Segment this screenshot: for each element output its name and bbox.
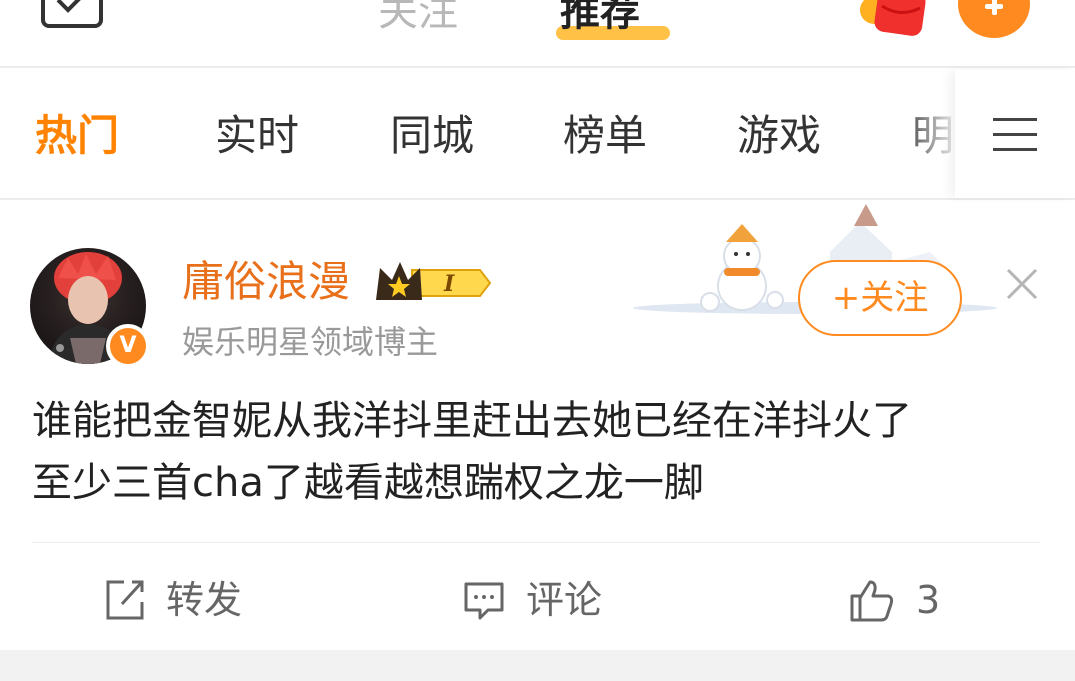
like-count: 3 [916, 578, 941, 622]
channel-tabs: 热门 实时 同城 榜单 游戏 明 [0, 70, 1075, 200]
add-icon[interactable] [958, 0, 1030, 38]
channel-games[interactable]: 游戏 [737, 108, 821, 164]
channel-ranking[interactable]: 榜单 [563, 108, 647, 164]
divider [32, 542, 1040, 543]
repost-icon [106, 580, 144, 620]
username[interactable]: 庸俗浪漫 [182, 254, 350, 310]
post-card: V 庸俗浪漫 I 娱乐明星领域博主 +关注 谁能把金智妮从我洋抖里赶出去她已经在… [0, 202, 1075, 650]
repost-button[interactable]: 转发 [102, 574, 242, 626]
post-content[interactable]: 谁能把金智妮从我洋抖里赶出去她已经在洋抖火了 至少三首cha了越看越想踹权之龙一… [32, 390, 1042, 514]
comment-button[interactable]: 评论 [462, 574, 602, 626]
repost-label: 转发 [166, 578, 243, 622]
channel-menu-button[interactable] [955, 70, 1075, 198]
comment-label: 评论 [526, 578, 603, 622]
close-icon[interactable] [1000, 262, 1044, 306]
vip-level: I [443, 271, 455, 297]
tab-recommend-label: 推荐 [560, 0, 640, 35]
thumbs-up-icon [850, 580, 894, 622]
like-button[interactable]: 3 [848, 574, 940, 626]
verified-badge-icon: V [106, 324, 150, 368]
top-bar: 关注 推荐 [0, 0, 1075, 68]
user-description: 娱乐明星领域博主 [182, 323, 439, 361]
vip-crown-icon[interactable]: I [372, 258, 492, 308]
channel-local[interactable]: 同城 [390, 108, 474, 164]
post-content-line: 至少三首cha了越看越想踹权之龙一脚 [32, 460, 704, 506]
tab-follow[interactable]: 关注 [378, 0, 458, 38]
comment-icon [464, 582, 504, 620]
channel-hot[interactable]: 热门 [35, 108, 119, 164]
follow-button[interactable]: +关注 [798, 260, 962, 336]
compose-icon[interactable] [40, 0, 104, 30]
channel-realtime[interactable]: 实时 [215, 108, 299, 164]
channel-fade [900, 70, 960, 198]
red-packet-icon[interactable] [852, 0, 930, 38]
feed-separator [0, 650, 1075, 681]
post-content-line: 谁能把金智妮从我洋抖里赶出去她已经在洋抖火了 [32, 398, 912, 444]
tab-recommend[interactable]: 推荐 [560, 0, 640, 38]
